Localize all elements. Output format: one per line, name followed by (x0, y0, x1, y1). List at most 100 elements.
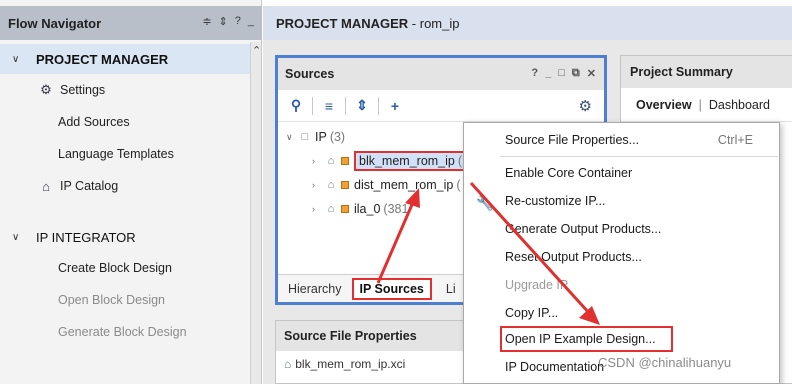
nav-item-add-sources[interactable]: Add Sources (58, 110, 130, 134)
chevron-down-icon[interactable]: ∨ (286, 132, 298, 143)
search-icon[interactable]: ⚲ (286, 97, 306, 114)
nav-item-ip-catalog[interactable]: ⌂ IP Catalog (38, 174, 118, 198)
flow-navigator-title: Flow Navigator (8, 15, 102, 31)
folder-icon: □ (301, 131, 309, 143)
nav-item-open-block-design[interactable]: Open Block Design (58, 288, 165, 312)
nav-item-label: Create Block Design (58, 261, 172, 275)
nav-section-ip-integrator[interactable]: ∨ IP INTEGRATOR (0, 222, 250, 252)
nav-section-label: PROJECT MANAGER (36, 51, 169, 67)
help-icon[interactable]: ? (531, 67, 538, 80)
menu-item-generate-output-products[interactable]: Generate Output Products... (464, 217, 779, 241)
watermark: CSDN @chinalihuanyu (598, 355, 732, 370)
nav-item-label: Open Block Design (58, 293, 166, 307)
tree-node-label: dist_mem_rom_ip (354, 178, 454, 192)
maximize-icon[interactable]: □ (558, 67, 565, 80)
nav-item-label: Language Templates (58, 147, 174, 161)
nav-item-language-templates[interactable]: Language Templates (58, 142, 174, 166)
collapse-all-icon[interactable]: ≑ (202, 15, 211, 28)
menu-item-source-file-properties[interactable]: Source File Properties... Ctrl+E (464, 128, 779, 152)
ip-catalog-icon: ⌂ (42, 178, 50, 194)
expand-all-icon[interactable]: ⇕ (219, 15, 228, 28)
ip-status-icon (341, 157, 349, 165)
tree-node-count: (3) (329, 130, 346, 144)
ip-core-icon: ⌂ (327, 155, 335, 167)
add-icon[interactable]: + (385, 98, 405, 114)
selected-ip-highlight: blk_mem_rom_ip (1 (354, 151, 474, 171)
menu-divider (500, 156, 778, 157)
ip-core-icon: ⌂ (284, 357, 292, 371)
nav-item-label: IP Catalog (60, 179, 119, 193)
project-summary-title: Project Summary (621, 56, 792, 88)
float-icon[interactable]: ⧉ (572, 67, 580, 80)
toolbar-divider (345, 96, 346, 115)
scroll-up-icon[interactable]: ⌃ (252, 44, 261, 57)
tab-overview[interactable]: Overview (636, 98, 692, 112)
tree-node-ip[interactable]: ∨ □ IP (3) (286, 126, 345, 148)
open-example-design-highlight (500, 326, 673, 352)
collapse-all-icon[interactable]: ≡ (319, 98, 339, 114)
minimize-icon[interactable]: _ (248, 15, 254, 28)
tree-node-dist-mem-rom-ip[interactable]: › ⌂ dist_mem_rom_ip ( (312, 174, 461, 196)
nav-section-project-manager[interactable]: ∨ PROJECT MANAGER (0, 44, 250, 74)
chevron-right-icon[interactable]: › (312, 204, 324, 214)
tree-node-ila-0[interactable]: › ⌂ ila_0 (381 (312, 198, 408, 220)
menu-item-upgrade-ip[interactable]: Upgrade IP (464, 273, 779, 297)
expand-all-icon[interactable]: ⇕ (352, 97, 372, 114)
menu-item-label: Generate Output Products... (505, 222, 662, 236)
menu-item-label: Source File Properties... (505, 133, 640, 147)
nav-item-label: Add Sources (58, 115, 130, 129)
tree-node-label: blk_mem_rom_ip (359, 154, 455, 168)
ip-core-icon: ⌂ (327, 203, 335, 215)
gear-icon[interactable]: ⚙ (579, 97, 592, 115)
chevron-right-icon[interactable]: › (312, 180, 324, 190)
tab-dashboard[interactable]: Dashboard (709, 98, 770, 112)
nav-item-generate-block-design[interactable]: Generate Block Design (58, 320, 187, 344)
menu-item-label: Reset Output Products... (505, 250, 642, 264)
menu-item-reset-output-products[interactable]: Reset Output Products... (464, 245, 779, 269)
sources-window-tools: ? _ □ ⧉ ✕ (531, 67, 596, 80)
tree-node-count: (381 (383, 202, 409, 216)
tree-node-blk-mem-rom-ip[interactable]: › ⌂ blk_mem_rom_ip (1 (312, 150, 474, 172)
gear-icon: ⚙ (40, 82, 52, 97)
tab-libraries[interactable]: Li (446, 282, 456, 296)
ip-core-icon: ⌂ (327, 179, 335, 191)
tab-ip-sources[interactable]: IP Sources (351, 277, 432, 300)
project-summary-tabs: Overview | Dashboard (621, 88, 792, 122)
help-icon[interactable]: ? (235, 15, 241, 28)
source-file-name: blk_mem_rom_ip.xci (295, 357, 406, 371)
chevron-down-icon[interactable]: ∨ (12, 54, 28, 65)
tab-divider: | (698, 97, 702, 112)
nav-item-label: Generate Block Design (58, 325, 187, 339)
nav-item-settings[interactable]: ⚙ Settings (38, 78, 105, 102)
context-menu: Source File Properties... Ctrl+E Enable … (463, 122, 780, 384)
tree-node-label: IP (315, 130, 327, 144)
flow-navigator-tools: ≑ ⇕ ? _ (202, 15, 254, 28)
ip-status-icon (341, 181, 349, 189)
menu-item-label: Enable Core Container (505, 166, 633, 180)
toolbar-divider (378, 96, 379, 115)
flow-navigator: Flow Navigator ≑ ⇕ ? _ ∨ PROJECT MANAGER… (0, 0, 262, 384)
sources-titlebar: Sources ? _ □ ⧉ ✕ (278, 58, 604, 90)
chevron-down-icon[interactable]: ∨ (12, 232, 28, 243)
menu-item-re-customize-ip[interactable]: Re-customize IP... (464, 189, 779, 213)
tab-hierarchy[interactable]: Hierarchy (288, 282, 342, 296)
menu-item-label: Re-customize IP... (505, 194, 606, 208)
nav-item-create-block-design[interactable]: Create Block Design (58, 256, 172, 280)
minimize-icon[interactable]: _ (545, 67, 551, 80)
nav-item-label: Settings (60, 83, 106, 97)
menu-item-label: Copy IP... (505, 306, 559, 320)
project-name: - rom_ip (408, 15, 460, 31)
project-manager-header: PROJECT MANAGER - rom_ip (263, 6, 792, 40)
menu-item-copy-ip[interactable]: Copy IP... (464, 301, 779, 325)
sources-toolbar: ⚲ ≡ ⇕ + ⚙ (278, 90, 604, 122)
flow-navigator-scrollbar[interactable]: ⌃ (250, 42, 261, 384)
nav-section-label: IP INTEGRATOR (36, 229, 136, 245)
menu-item-enable-core-container[interactable]: Enable Core Container (464, 161, 779, 185)
close-icon[interactable]: ✕ (587, 67, 596, 80)
chevron-right-icon[interactable]: › (312, 156, 324, 166)
sources-title: Sources (285, 67, 335, 81)
tree-node-label: ila_0 (354, 202, 381, 216)
tree-node-count: ( (456, 178, 461, 192)
ip-status-icon (341, 205, 349, 213)
menu-item-label: IP Documentation (505, 360, 605, 374)
